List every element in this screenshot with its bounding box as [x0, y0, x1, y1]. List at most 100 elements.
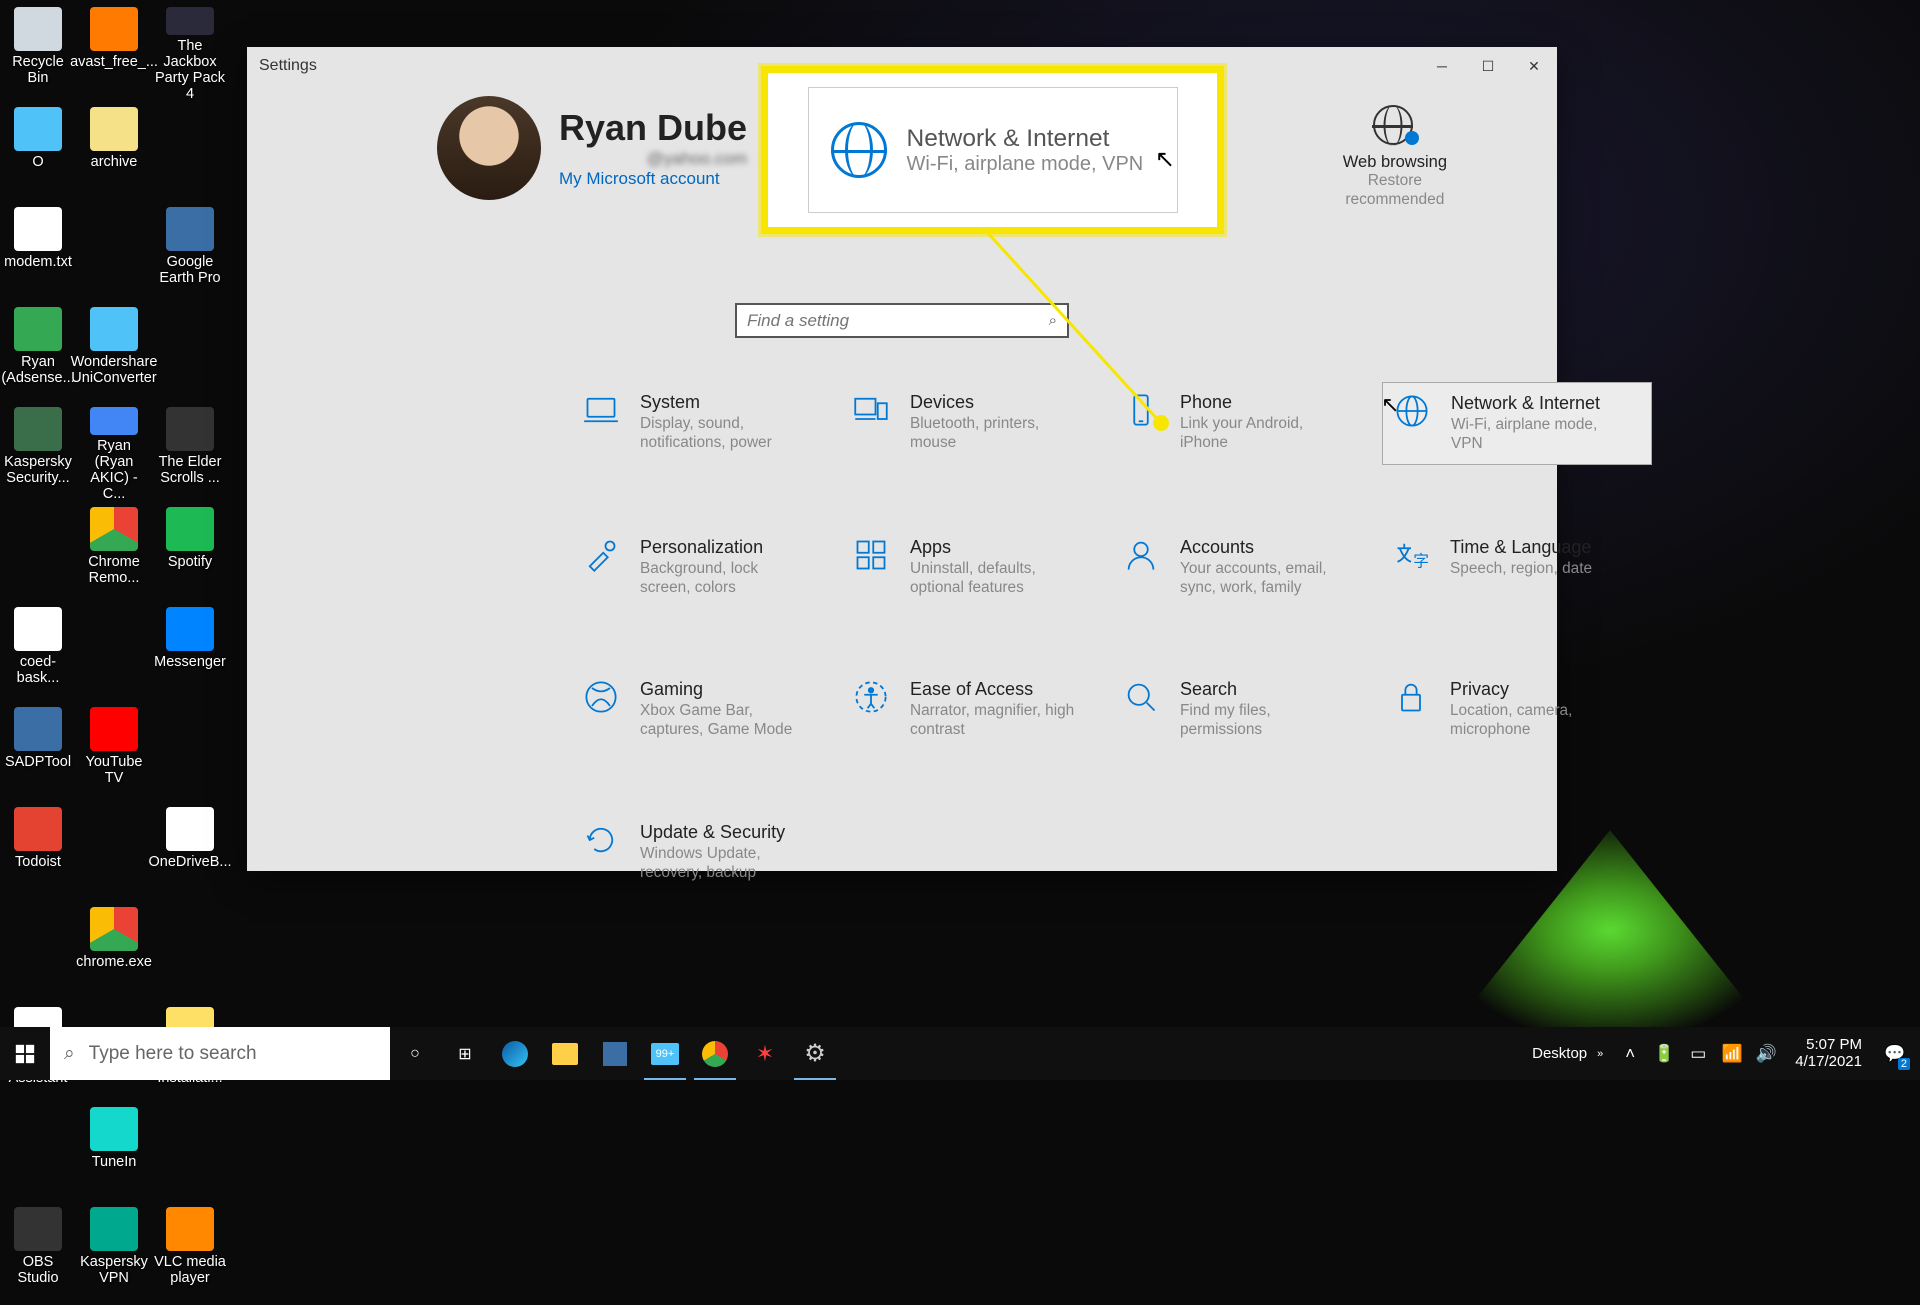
desktop-icon-label: Ryan (Adsense... [1, 355, 74, 387]
desktop-icon[interactable]: O [0, 105, 76, 205]
category-lock[interactable]: Privacy Location, camera, microphone [1382, 669, 1652, 750]
desktop-icon[interactable]: Kaspersky VPN [76, 1205, 152, 1305]
category-title: Gaming [640, 679, 805, 700]
webrec-sub2: recommended [1345, 191, 1444, 210]
search-input[interactable] [747, 311, 1049, 331]
desktop-icon[interactable]: Ryan (Ryan AKIC) - C... [76, 405, 152, 505]
desktop-icon[interactable]: Spotify [152, 505, 228, 605]
desktop-icon[interactable]: Wondershare UniConverter [76, 305, 152, 405]
desktop-icon-label: chrome.exe [76, 955, 152, 971]
desktop-icon[interactable]: Kaspersky Security... [0, 405, 76, 505]
desktop-icon-label: Ryan (Ryan AKIC) - C... [78, 439, 150, 503]
app-icon [90, 507, 138, 551]
cortana-button[interactable]: ○ [390, 1027, 440, 1080]
taskbar-app-messages[interactable]: 99+ [640, 1027, 690, 1080]
category-laptop[interactable]: System Display, sound, notifications, po… [572, 382, 842, 465]
desktop-icon[interactable]: coed-bask... [0, 605, 76, 705]
category-person[interactable]: Accounts Your accounts, email, sync, wor… [1112, 527, 1382, 608]
brush-icon [580, 537, 622, 579]
clock-date: 4/17/2021 [1795, 1054, 1862, 1071]
search-icon: ⌕ [1049, 312, 1057, 329]
category-search[interactable]: Search Find my files, permissions [1112, 669, 1382, 750]
app-icon [14, 1207, 62, 1251]
app-icon [166, 507, 214, 551]
webrec-title: Web browsing [1343, 153, 1447, 172]
category-title: Devices [910, 392, 1075, 413]
tray-overflow-button[interactable]: ˄ [1615, 1027, 1645, 1080]
volume-icon[interactable]: 🔊 [1751, 1027, 1781, 1080]
desktop-icon[interactable]: Google Earth Pro [152, 205, 228, 305]
minimize-button[interactable]: ─ [1419, 47, 1465, 85]
category-xbox[interactable]: Gaming Xbox Game Bar, captures, Game Mod… [572, 669, 842, 750]
taskbar-clock[interactable]: 5:07 PM 4/17/2021 [1785, 1037, 1872, 1070]
desktop-icon-label: Chrome Remo... [78, 555, 150, 587]
desktop-icon[interactable]: modem.txt [0, 205, 76, 305]
taskbar-app-edge[interactable] [490, 1027, 540, 1080]
desktop-icon-label: Google Earth Pro [154, 255, 226, 287]
desktop-icon-label: Todoist [15, 855, 61, 871]
user-email: @yahoo.com [559, 149, 747, 169]
app-icon [166, 807, 214, 851]
desktop-icon[interactable]: OBS Studio [0, 1205, 76, 1305]
maximize-button[interactable]: ☐ [1465, 47, 1511, 85]
taskbar-app-unknown[interactable]: ✶ [740, 1027, 790, 1080]
taskbar-app-chrome[interactable] [690, 1027, 740, 1080]
desktop-icon[interactable]: Chrome Remo... [76, 505, 152, 605]
search-icon: ⌕ [64, 1043, 75, 1065]
category-subtitle: Your accounts, email, sync, work, family [1180, 559, 1345, 598]
desktop-icon[interactable]: Todoist [0, 805, 76, 905]
desktop-icon[interactable]: chrome.exe [76, 905, 152, 1005]
desktop-icons-grid: Recycle Binavast_free_...The Jackbox Par… [0, 5, 228, 1305]
user-avatar[interactable] [437, 96, 541, 200]
action-center-button[interactable]: 💬 2 [1876, 1027, 1914, 1080]
app-icon [90, 1107, 138, 1151]
desktop-icon[interactable]: TuneIn [76, 1105, 152, 1205]
category-globe[interactable]: Network & Internet Wi-Fi, airplane mode,… [1382, 382, 1652, 465]
category-subtitle: Speech, region, date [1450, 559, 1592, 578]
desktop-icon[interactable]: archive [76, 105, 152, 205]
wifi-icon[interactable]: 📶 [1717, 1027, 1747, 1080]
settings-categories-grid: System Display, sound, notifications, po… [572, 382, 1497, 892]
desktop-icon[interactable]: The Elder Scrolls ... [152, 405, 228, 505]
desktop-icon-label: The Elder Scrolls ... [154, 455, 226, 487]
category-devices[interactable]: Devices Bluetooth, printers, mouse [842, 382, 1112, 465]
desktop-icon[interactable]: YouTube TV [76, 705, 152, 805]
desktop-icon[interactable]: Ryan (Adsense... [0, 305, 76, 405]
callout-inner-card[interactable]: Network & Internet Wi-Fi, airplane mode,… [808, 87, 1178, 213]
person-icon [1120, 537, 1162, 579]
category-subtitle: Windows Update, recovery, backup [640, 844, 805, 883]
cast-icon[interactable]: ▭ [1683, 1027, 1713, 1080]
desktop-icon[interactable]: avast_free_... [76, 5, 152, 105]
category-lang[interactable]: 字 Time & Language Speech, region, date [1382, 527, 1652, 608]
taskbar-app-settings[interactable]: ⚙ [790, 1027, 840, 1080]
taskbar-app-explorer[interactable] [540, 1027, 590, 1080]
category-brush[interactable]: Personalization Background, lock screen,… [572, 527, 842, 608]
find-setting-searchbox[interactable]: ⌕ [735, 303, 1069, 338]
microsoft-account-link[interactable]: My Microsoft account [559, 169, 747, 189]
desktop-icon[interactable]: Recycle Bin [0, 5, 76, 105]
chevron-right-icon[interactable]: » [1597, 1048, 1603, 1060]
category-access[interactable]: Ease of Access Narrator, magnifier, high… [842, 669, 1112, 750]
desktop-icon[interactable]: VLC media player [152, 1205, 228, 1305]
clock-time: 5:07 PM [1795, 1037, 1862, 1054]
start-button[interactable] [0, 1027, 50, 1080]
desktop-icon-label: TuneIn [92, 1155, 137, 1171]
category-update[interactable]: Update & Security Windows Update, recove… [572, 812, 842, 893]
desktop-icon[interactable]: SADPTool [0, 705, 76, 805]
desktop-icon[interactable]: Messenger [152, 605, 228, 705]
task-view-button[interactable]: ⊞ [440, 1027, 490, 1080]
app-icon [14, 407, 62, 451]
taskbar-app-store[interactable] [590, 1027, 640, 1080]
desktop-icon[interactable]: OneDriveB... [152, 805, 228, 905]
web-browsing-recommendation[interactable]: Web browsing Restore recommended [1343, 105, 1447, 209]
category-title: Privacy [1450, 679, 1615, 700]
taskbar-search[interactable]: ⌕ Type here to search [50, 1027, 390, 1080]
app-icon [14, 607, 62, 651]
cursor-icon: ↖ [1155, 145, 1175, 174]
desktop-toolbar-label[interactable]: Desktop [1532, 1045, 1587, 1062]
app-icon [166, 7, 214, 35]
category-apps[interactable]: Apps Uninstall, defaults, optional featu… [842, 527, 1112, 608]
desktop-icon[interactable]: The Jackbox Party Pack 4 [152, 5, 228, 105]
close-button[interactable]: ✕ [1511, 47, 1557, 85]
battery-icon[interactable]: 🔋 [1649, 1027, 1679, 1080]
